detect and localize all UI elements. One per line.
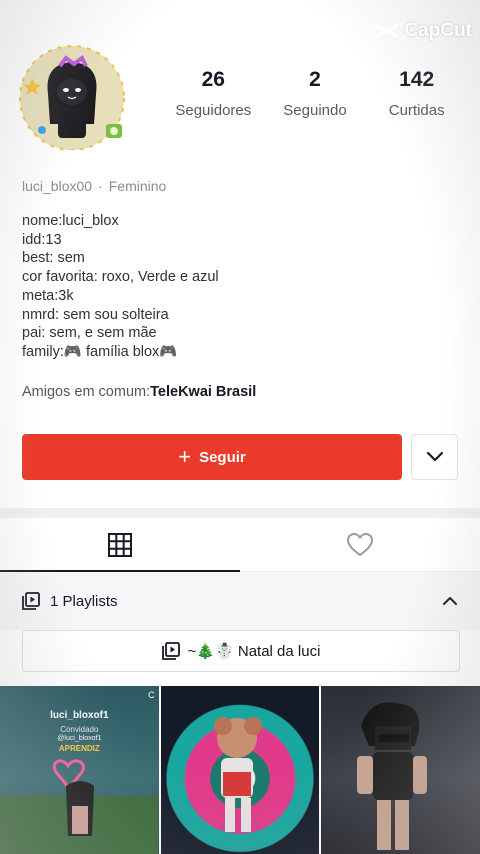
bio-line: pai: sem, e sem mãe — [22, 325, 157, 342]
avatar[interactable] — [14, 44, 132, 151]
capcut-logo-icon — [375, 23, 400, 39]
video-character-image — [0, 759, 158, 854]
following-stat[interactable]: 2 Seguindo — [267, 68, 364, 119]
bio-line: idd:13 — [22, 231, 62, 248]
bio-line: nome:luci_blox — [22, 213, 119, 229]
mutual-friends[interactable]: Amigos em comum:TeleKwai Brasil — [22, 384, 256, 400]
likes-count: 142 — [399, 68, 435, 91]
following-count: 2 — [309, 68, 321, 91]
section-divider — [0, 508, 480, 518]
video-character-image — [213, 717, 262, 832]
follow-button[interactable]: + Seguir — [22, 434, 402, 480]
playlist-title: ~🎄☃️ Natal da luci — [187, 643, 321, 660]
follow-label: Seguir — [199, 448, 246, 466]
bio-line: family:🎮 família blox🎮 — [22, 343, 178, 360]
chevron-up-icon[interactable] — [442, 596, 458, 606]
grid-icon — [108, 532, 132, 557]
followers-count: 26 — [201, 68, 225, 91]
playlists-count: 1 Playlists — [50, 592, 118, 610]
bio-line: meta:3k — [22, 287, 74, 304]
plus-icon: + — [178, 444, 192, 469]
mutual-friend-name: TeleKwai Brasil — [150, 384, 257, 400]
playlist-icon — [161, 642, 180, 660]
more-options-button[interactable] — [411, 434, 458, 480]
bio-line: nmrd: sem sou solteira — [22, 306, 169, 323]
username: luci_blox00 — [22, 178, 93, 194]
separator-dot: · — [98, 178, 103, 194]
profile-stats: 26 Seguidores 2 Seguindo 142 Curtidas — [160, 68, 470, 119]
bio-line: cor favorita: roxo, Verde e azul — [22, 269, 219, 286]
video-grid: C luci_bloxof1 Convidado @luci_bloxof1 A… — [0, 686, 480, 854]
playlists-header[interactable]: 1 Playlists — [22, 592, 458, 610]
tab-liked[interactable] — [240, 518, 480, 571]
content-tabs — [0, 518, 480, 572]
likes-stat[interactable]: 142 Curtidas — [363, 68, 470, 119]
video-character-image — [357, 702, 428, 850]
video-thumbnail[interactable] — [321, 686, 480, 854]
watermark-text: CapCut — [404, 20, 472, 41]
tab-videos[interactable] — [0, 518, 240, 572]
profile-bio: nome:luci_blox idd:13 best: sem cor favo… — [22, 212, 460, 362]
gender: Feminino — [108, 178, 167, 194]
video-thumbnail[interactable]: C luci_bloxof1 Convidado @luci_bloxof1 A… — [0, 686, 159, 854]
avatar-image — [19, 45, 125, 151]
playlist-icon — [22, 592, 40, 610]
username-line: luci_blox00 · Feminino — [22, 178, 166, 194]
video-thumbnail[interactable] — [160, 686, 320, 854]
likes-label: Curtidas — [388, 102, 445, 119]
bio-line: best: sem — [22, 250, 85, 267]
profile-header: 26 Seguidores 2 Seguindo 142 Curtidas — [14, 44, 470, 164]
playlist-item[interactable]: ~🎄☃️ Natal da luci — [22, 630, 460, 672]
followers-label: Seguidores — [175, 102, 252, 119]
mutual-friends-prefix: Amigos em comum: — [22, 384, 151, 400]
following-label: Seguindo — [283, 102, 347, 119]
followers-stat[interactable]: 26 Seguidores — [160, 68, 267, 119]
capcut-watermark: CapCut — [374, 20, 472, 42]
heart-icon — [347, 532, 373, 556]
chevron-down-icon — [426, 451, 443, 462]
